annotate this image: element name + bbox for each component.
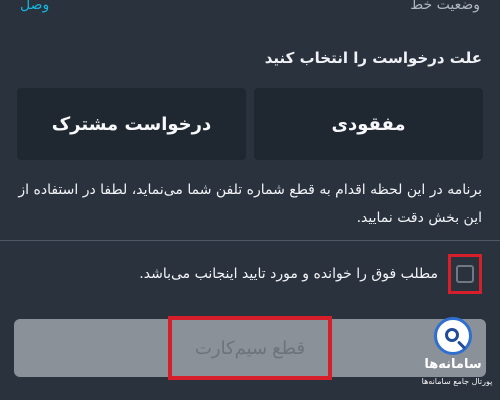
disconnect-sim-button-highlight: قطع سیم‌کارت — [168, 316, 332, 380]
watermark-subtitle: پورتال جامع سامانه‌ها — [421, 377, 493, 386]
reason-option-subscriber-request[interactable]: درخواست مشترک — [17, 88, 246, 160]
line-status-label: وضعیت خط — [410, 0, 480, 13]
connected-status-link[interactable]: وصل — [20, 0, 49, 13]
reason-option-label: مفقودی — [331, 113, 406, 135]
reason-title: علت درخواست را انتخاب کنید — [264, 49, 482, 67]
confirmation-row[interactable]: مطلب فوق را خوانده و مورد تایید اینجانب … — [20, 254, 482, 294]
samanehha-watermark: سامانه‌ها پورتال جامع سامانه‌ها — [415, 313, 499, 396]
disconnect-sim-button-label: قطع سیم‌کارت — [194, 337, 306, 358]
confirmation-checkbox-highlight — [448, 254, 482, 294]
top-status-row: وضعیت خط وصل — [20, 0, 480, 17]
section-divider — [0, 240, 500, 241]
confirmation-label: مطلب فوق را خوانده و مورد تایید اینجانب … — [139, 266, 438, 282]
reason-option-label: درخواست مشترک — [51, 113, 212, 135]
confirmation-checkbox[interactable] — [456, 265, 474, 283]
warning-notice: برنامه در این لحظه اقدام به قطع شماره تل… — [18, 182, 482, 226]
magnifier-logo-icon — [434, 317, 472, 355]
reason-option-lost[interactable]: مفقودی — [254, 88, 483, 160]
sim-card-disconnect-screen: وضعیت خط وصل علت درخواست را انتخاب کنید … — [0, 0, 500, 400]
reason-options: مفقودی درخواست مشترک — [17, 88, 483, 160]
watermark-name: سامانه‌ها — [424, 357, 482, 372]
